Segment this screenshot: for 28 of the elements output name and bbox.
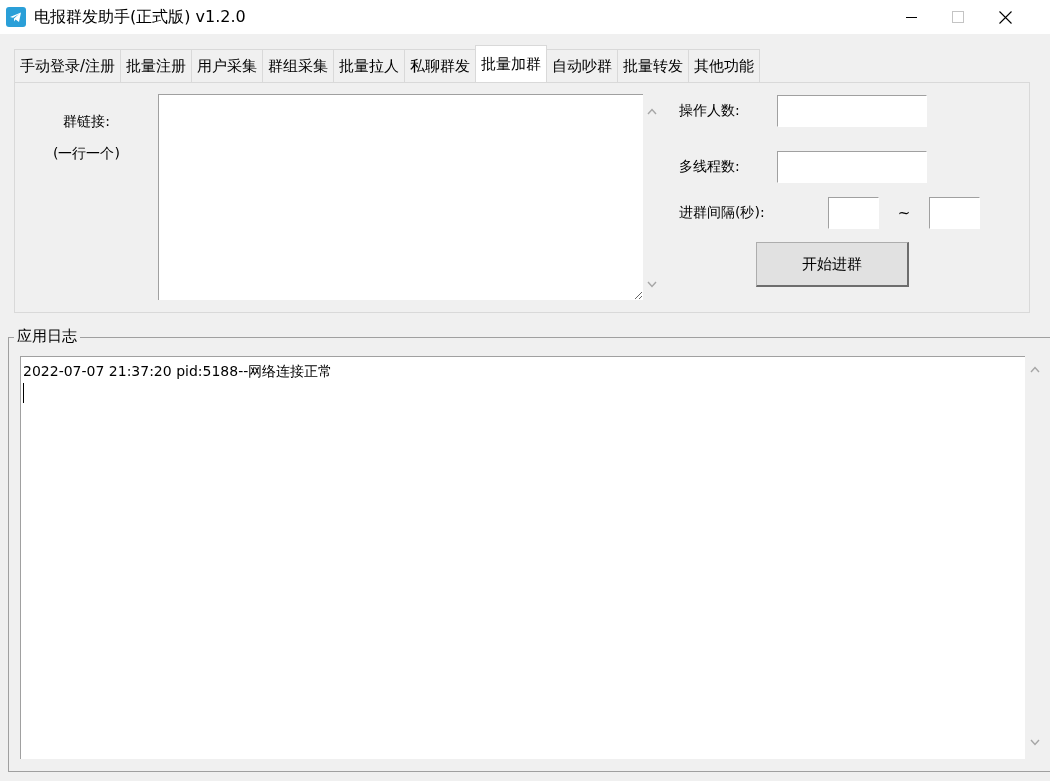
- input-field[interactable]: [828, 197, 879, 229]
- range-separator: ~: [896, 204, 912, 222]
- scroll-down-icon[interactable]: [1030, 739, 1040, 746]
- field-label: 操作人数:: [679, 102, 741, 120]
- scroll-down-icon[interactable]: [647, 281, 657, 288]
- window-title: 电报群发助手(正式版) v1.2.0: [34, 6, 247, 28]
- tab[interactable]: 批量加群: [475, 45, 548, 82]
- log-line: 2022-07-07 21:37:20 pid:5188--网络连接正常: [23, 363, 334, 381]
- minimize-icon: [905, 16, 917, 18]
- text-cursor: [23, 383, 24, 403]
- log-area[interactable]: 2022-07-07 21:37:20 pid:5188--网络连接正常: [20, 356, 1025, 759]
- tab[interactable]: 其他功能: [688, 49, 761, 82]
- field-label: 多线程数:: [679, 158, 741, 176]
- maximize-icon: [952, 11, 964, 23]
- start-button[interactable]: 开始进群: [756, 242, 909, 287]
- links-input[interactable]: [158, 94, 643, 300]
- input-field[interactable]: [929, 197, 980, 229]
- input-field[interactable]: [777, 95, 927, 127]
- input-field[interactable]: [777, 151, 927, 183]
- field-label: 进群间隔(秒):: [679, 204, 766, 222]
- scroll-up-icon[interactable]: [647, 108, 657, 115]
- hint-text: (一行一个): [53, 145, 120, 163]
- scroll-up-icon[interactable]: [1030, 366, 1040, 373]
- group-title: 应用日志: [14, 327, 80, 346]
- app-icon: [6, 7, 26, 27]
- close-icon: [998, 10, 1012, 24]
- tab[interactable]: 手动登录/注册: [14, 49, 122, 82]
- field-label: 群链接:: [63, 113, 110, 131]
